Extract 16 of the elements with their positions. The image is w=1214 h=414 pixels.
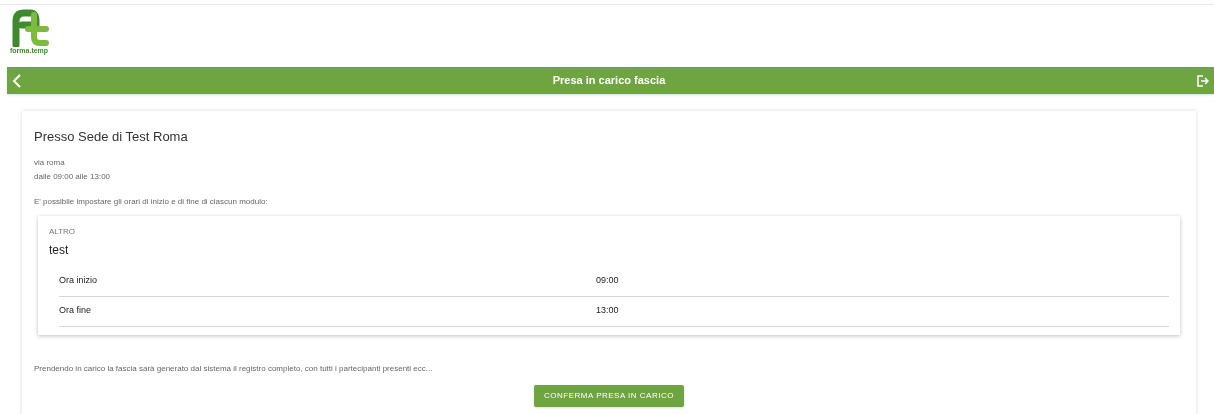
page-title: Presa in carico fascia [552,73,666,89]
confirm-button[interactable]: CONFERMA PRESA IN CARICO [534,384,684,407]
back-icon[interactable] [12,73,22,88]
module-name: test [49,241,70,259]
venue-title: Presso Sede di Test Roma [34,128,189,146]
note-text: Prendendo in carico la fascia sarà generato dal sistema il registro completo, con tutti i partecipanti presenti ecc... [34,362,434,375]
venue-address: via roma [34,156,66,169]
field-value: 09:00 [596,274,619,288]
module-category: ALTRO [49,225,77,238]
field-label: Ora fine [59,304,92,318]
field-value: 13:00 [596,304,619,318]
intro-text: E' possibile impostare gli orari di inizio e di fine di ciascun modulo: [34,195,269,208]
field-label: Ora inizio [59,274,98,288]
logo-icon [10,9,50,47]
venue-hours: dalle 09:00 alle 13:00 [34,170,112,183]
logout-icon[interactable] [1196,74,1209,87]
